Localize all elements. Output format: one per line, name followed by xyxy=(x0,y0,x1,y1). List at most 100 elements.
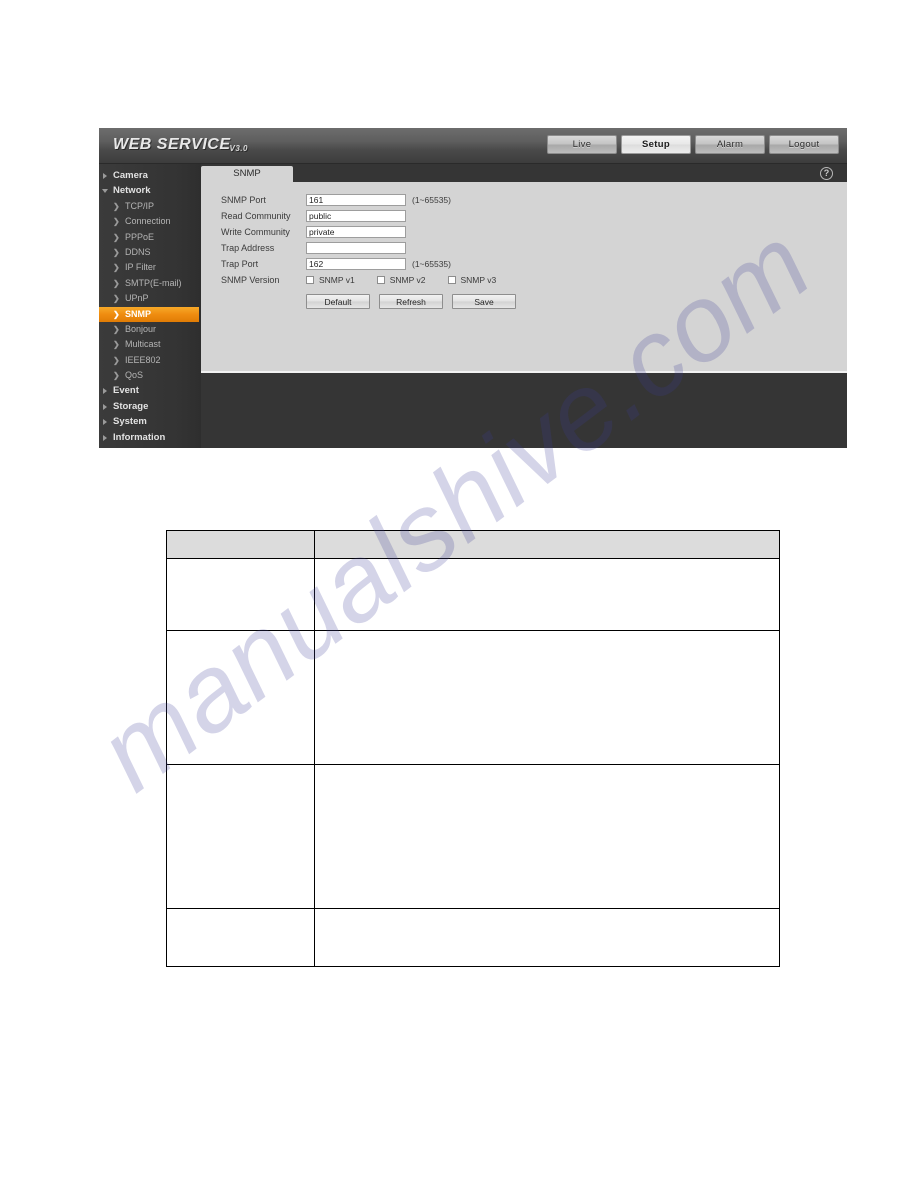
sidebar-item-qos[interactable]: ❯ QoS xyxy=(99,368,201,383)
checkbox-snmp-v1[interactable]: SNMP v1 xyxy=(306,275,355,285)
sidebar-item-multicast[interactable]: ❯ Multicast xyxy=(99,337,201,352)
save-button[interactable]: Save xyxy=(452,294,516,309)
content-area: SNMP ? SNMP Port (1~65535) Read Community W… xyxy=(201,164,847,448)
checkbox-box-snmp-v3[interactable] xyxy=(447,276,456,284)
chevron-right-icon: ❯ xyxy=(113,232,120,242)
table-header-cell xyxy=(166,530,315,559)
sidebar-item-label: Multicast xyxy=(125,339,161,350)
sidebar-item-ip-filter[interactable]: ❯ IP Filter xyxy=(99,260,201,275)
app-logo-text: WEB SERVICE xyxy=(113,136,231,153)
table-head xyxy=(166,530,781,559)
web-service-window: WEB SERVICEV3.0 Live Setup Alarm Logout Cam… xyxy=(99,128,847,448)
form-row-write-community: Write Community xyxy=(221,224,518,240)
sidebar-group-label: Storage xyxy=(113,400,149,412)
chevron-right-icon: ❯ xyxy=(113,324,120,334)
label-write-community: Write Community xyxy=(221,227,290,237)
input-trap-address[interactable] xyxy=(306,241,406,255)
sidebar-item-label: IP Filter xyxy=(125,262,156,273)
sidebar-item-label: UPnP xyxy=(125,293,149,304)
sidebar-group-camera[interactable]: Camera xyxy=(99,168,201,183)
chevron-right-icon: ❯ xyxy=(113,294,120,304)
sidebar-item-smtp-e-mail[interactable]: ❯ SMTP(E-mail) xyxy=(99,276,201,291)
sidebar-item-connection[interactable]: ❯ Connection xyxy=(99,214,201,229)
sidebar-group-storage[interactable]: Storage xyxy=(99,399,201,414)
parameter-description-table xyxy=(166,530,781,967)
sidebar-item-label: PPPoE xyxy=(125,231,155,242)
table-cell xyxy=(166,630,315,765)
triangle-down-icon xyxy=(102,189,108,194)
checkbox-label-snmp-v2: SNMP v2 xyxy=(389,275,426,285)
table-header-row xyxy=(166,530,781,559)
checkbox-snmp-v2[interactable]: SNMP v2 xyxy=(376,275,426,285)
sidebar-item-tcp-ip[interactable]: ❯ TCP/IP xyxy=(99,199,201,214)
sidebar-item-label: TCP/IP xyxy=(125,200,155,211)
form-row-trap-port: Trap Port (1~65535) xyxy=(221,256,518,272)
sidebar-group-system[interactable]: System xyxy=(99,414,201,429)
table-cell xyxy=(166,764,315,909)
nav-button-setup[interactable]: Setup xyxy=(621,135,691,154)
table-cell xyxy=(313,630,781,765)
triangle-right-icon xyxy=(103,388,107,395)
form-row-trap-address: Trap Address xyxy=(221,240,518,256)
checkbox-box-snmp-v1[interactable] xyxy=(306,276,314,284)
table-header-cell xyxy=(313,530,781,559)
table-cell xyxy=(313,908,781,967)
sidebar-group-label: Event xyxy=(113,385,139,397)
input-write-community[interactable] xyxy=(306,225,406,239)
nav-button-logout[interactable]: Logout xyxy=(769,135,839,154)
sidebar-group-event[interactable]: Event xyxy=(99,383,201,398)
tab-snmp[interactable]: SNMP xyxy=(201,166,293,182)
input-trap-port[interactable] xyxy=(306,257,406,271)
chevron-right-icon: ❯ xyxy=(113,217,120,227)
input-snmp-port[interactable] xyxy=(306,193,406,207)
sidebar-item-upnp[interactable]: ❯ UPnP xyxy=(99,291,201,306)
table-row xyxy=(166,764,781,909)
sidebar-item-pppoe[interactable]: ❯ PPPoE xyxy=(99,230,201,245)
chevron-right-icon: ❯ xyxy=(113,278,120,288)
table-cell xyxy=(166,558,315,631)
sidebar-item-label: SNMP xyxy=(125,308,152,319)
default-button[interactable]: Default xyxy=(306,294,370,309)
sidebar-item-snmp[interactable]: ❯ SNMP xyxy=(99,306,199,322)
form-row-snmp-port: SNMP Port (1~65535) xyxy=(221,192,518,208)
snmp-settings-panel: SNMP Port (1~65535) Read Community Write Co… xyxy=(201,182,847,373)
checkbox-snmp-v3[interactable]: SNMP v3 xyxy=(447,275,497,285)
sidebar-item-ddns[interactable]: ❯ DDNS xyxy=(99,245,201,260)
snmp-form: SNMP Port (1~65535) Read Community Write Co… xyxy=(221,192,518,288)
tab-strip: SNMP ? xyxy=(201,164,847,182)
sidebar-group-label: Network xyxy=(113,185,151,197)
form-row-read-community: Read Community xyxy=(221,208,518,224)
chevron-right-icon: ❯ xyxy=(113,371,120,381)
triangle-right-icon xyxy=(103,403,107,410)
chevron-right-icon: ❯ xyxy=(113,201,120,211)
chevron-right-icon: ❯ xyxy=(113,355,120,365)
triangle-right-icon xyxy=(103,419,107,426)
input-read-community[interactable] xyxy=(306,209,406,223)
sidebar-group-information[interactable]: Information xyxy=(99,430,201,445)
hint-trap-port: (1~65535) xyxy=(412,259,451,269)
nav-button-live[interactable]: Live xyxy=(547,135,617,154)
chevron-right-icon: ❯ xyxy=(113,340,120,350)
form-row-snmp-version: SNMP Version SNMP v1 SNMP v2 SNMP v3 xyxy=(221,272,518,288)
table-body xyxy=(166,558,781,967)
refresh-button[interactable]: Refresh xyxy=(379,294,443,309)
sidebar-item-label: DDNS xyxy=(125,246,151,257)
question-mark-icon[interactable]: ? xyxy=(820,167,833,180)
checkbox-box-snmp-v2[interactable] xyxy=(376,276,385,284)
chevron-right-icon: ❯ xyxy=(113,263,120,273)
sidebar-group-label: System xyxy=(113,416,147,428)
app-body: Camera Network ❯ TCP/IP ❯ Connection ❯ PPPoE ❯ DD… xyxy=(99,164,847,448)
table-cell xyxy=(313,558,781,631)
sidebar-item-label: Connection xyxy=(125,216,171,227)
table-cell xyxy=(313,764,781,909)
app-logo: WEB SERVICEV3.0 xyxy=(113,136,249,154)
sidebar-group-network[interactable]: Network xyxy=(99,183,201,198)
label-read-community: Read Community xyxy=(221,211,291,221)
sidebar-item-ieee802[interactable]: ❯ IEEE802 xyxy=(99,353,201,368)
table-row xyxy=(166,558,781,631)
sidebar-item-bonjour[interactable]: ❯ Bonjour xyxy=(99,322,201,337)
nav-button-alarm[interactable]: Alarm xyxy=(695,135,765,154)
app-logo-version: V3.0 xyxy=(229,144,248,153)
checkbox-label-snmp-v3: SNMP v3 xyxy=(460,275,497,285)
sidebar-item-label: QoS xyxy=(125,370,144,381)
